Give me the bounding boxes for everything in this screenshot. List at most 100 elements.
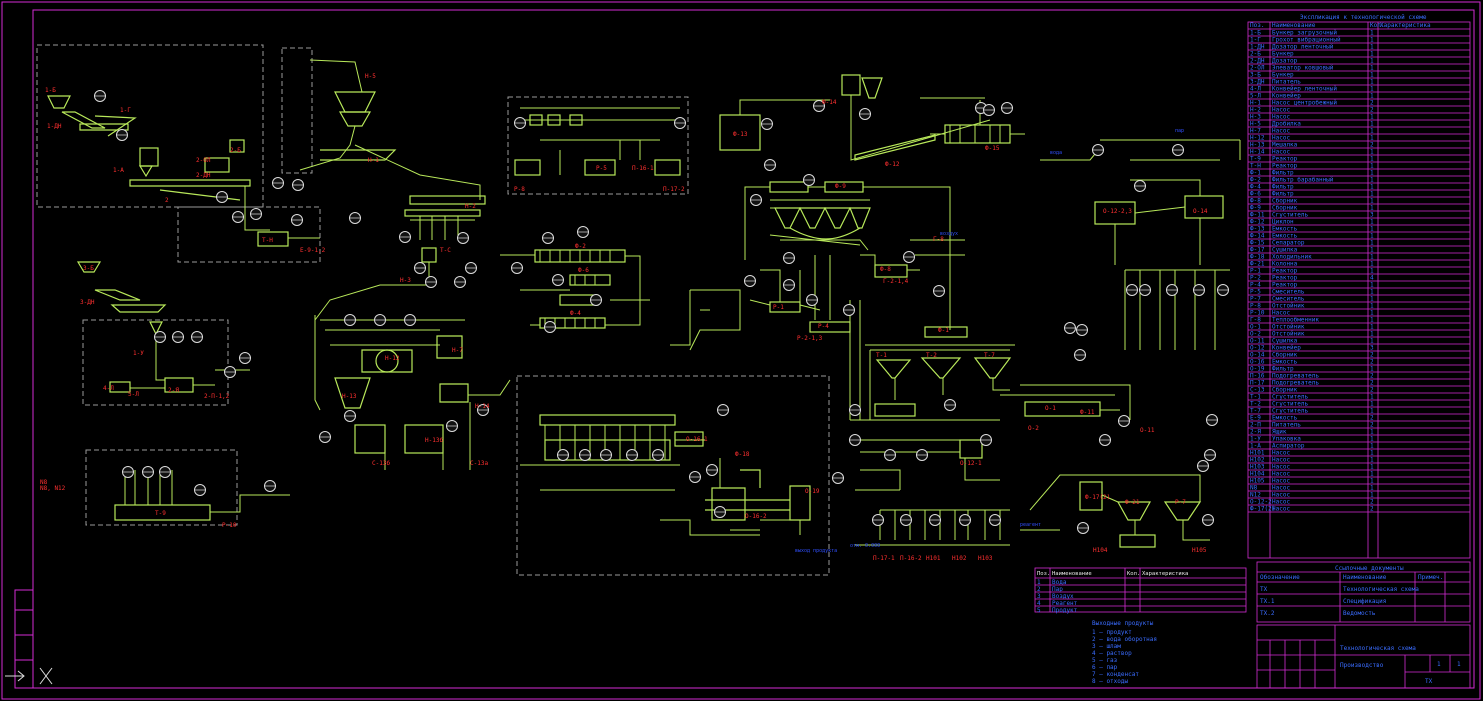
spec-cell: 1: [1370, 156, 1374, 163]
spec-cell: Насос: [1272, 499, 1290, 506]
spec-cell: 1: [1370, 268, 1374, 275]
spec-cell: 3-Б: [1250, 72, 1261, 79]
spec-cell: Е-9: [1250, 415, 1261, 422]
ref-header-cell: Обозначение: [1260, 574, 1300, 581]
equipment-label: О-11: [1140, 427, 1155, 434]
spec-cell: Сборник: [1272, 387, 1298, 394]
equipment-label: Ф-14: [822, 99, 837, 106]
spec-cell: 2: [1370, 373, 1374, 380]
spec-cell: Н105: [1250, 478, 1265, 485]
flow-label: пар: [1175, 128, 1184, 134]
spec-cell: Реактор: [1272, 156, 1298, 163]
spec-cell: Сборник: [1272, 205, 1298, 212]
title-block-sheet: 1: [1437, 661, 1441, 668]
spec-cell: Сушилка: [1272, 247, 1298, 254]
spec-cell: 2: [1370, 380, 1374, 387]
spec-cell: 2-Б: [1250, 51, 1261, 58]
equipment-label: Г-2-1,4: [883, 278, 909, 285]
process-equipment: [47, 59, 1241, 548]
spec-cell: Н101: [1250, 450, 1265, 457]
spec-cell: 1: [1370, 289, 1374, 296]
spec-cell: Питатель: [1272, 79, 1301, 86]
spec-cell: Н-2: [1250, 107, 1261, 114]
spec-cell: N12: [1250, 492, 1261, 499]
ref-cell: ТХ.2: [1260, 610, 1275, 617]
spec-cell: 2: [1370, 387, 1374, 394]
equipment-label: Н-3: [400, 277, 411, 284]
spec-cell: Смеситель: [1272, 296, 1305, 303]
spec-cell: Ф-11: [1250, 212, 1265, 219]
spec-cell: 1-А: [1250, 443, 1261, 450]
equipment-label: Ф-13: [733, 131, 748, 138]
spec-cell: 1: [1370, 485, 1374, 492]
equipment-label: Ф-17(2): [1085, 494, 1110, 501]
ref-cell: ТХ.1: [1260, 598, 1275, 605]
area-pumps: [281, 47, 313, 174]
spec-table-title: Экспликация к технологической схеме: [1300, 14, 1427, 21]
spec-header-cell: Характеристика: [1380, 22, 1431, 29]
spec-cell: 1: [1370, 51, 1374, 58]
spec-cell: 1: [1370, 219, 1374, 226]
spec-cell: О-12-2: [1250, 499, 1272, 506]
equipment-label: О-2: [1028, 425, 1039, 432]
spec-cell: Смеситель: [1272, 289, 1305, 296]
legend-header-cell: Поз.: [1037, 571, 1050, 577]
spec-cell: Циклон: [1272, 219, 1294, 226]
spec-cell: 2-ДН: [1250, 58, 1265, 65]
spec-cell: Т-1: [1250, 394, 1261, 401]
spec-cell: Р-4: [1250, 282, 1261, 289]
equipment-label: 2-ДН: [196, 172, 211, 179]
spec-cell: Н102: [1250, 457, 1265, 464]
equipment-label: Н-12: [385, 355, 400, 362]
spec-cell: 1: [1370, 247, 1374, 254]
area-crushing: [36, 44, 264, 208]
spec-cell: 1: [1370, 443, 1374, 450]
process-areas: [36, 44, 830, 576]
equipment-label: Н104: [1093, 547, 1108, 554]
spec-cell: Отстойник: [1272, 324, 1305, 331]
spec-cell: Насос центробежный: [1272, 100, 1337, 107]
spec-cell: 3: [1370, 212, 1374, 219]
spec-cell: Т-9: [1250, 156, 1261, 163]
ref-header-cell: Наименование: [1343, 574, 1387, 581]
spec-cell: 2: [1370, 142, 1374, 149]
spec-cell: 1: [1370, 436, 1374, 443]
equipment-label: П-17-1: [873, 555, 895, 562]
spec-cell: Р-1: [1250, 268, 1261, 275]
spec-cell: 2: [1370, 415, 1374, 422]
spec-cell: Насос: [1272, 464, 1290, 471]
spec-cell: Реактор: [1272, 268, 1298, 275]
equipment-label: Н-13б: [425, 437, 443, 444]
equipment-label: Р-8: [514, 186, 525, 193]
spec-cell: Ф-15: [1250, 240, 1265, 247]
spec-cell: Фильтр: [1272, 191, 1294, 198]
spec-cell: Емкость: [1272, 233, 1298, 240]
spec-cell: Р-5: [1250, 289, 1261, 296]
equipment-label: 1-ДН: [47, 123, 62, 130]
spec-cell: 1: [1370, 86, 1374, 93]
spec-cell: Бункер загрузочный: [1272, 30, 1337, 37]
legend-header-cell: Кол.: [1127, 571, 1140, 577]
spec-cell: 1: [1370, 177, 1374, 184]
note-line: 3 — шлам: [1092, 643, 1121, 650]
equipment-label: П-16-2: [900, 555, 922, 562]
equipment-label: 2-Б: [230, 147, 241, 154]
spec-cell: 1: [1370, 457, 1374, 464]
note-line: 8 — отходы: [1092, 678, 1129, 685]
equipment-label: Т-9: [155, 510, 166, 517]
spec-cell: Емкость: [1272, 415, 1298, 422]
spec-cell: 4: [1370, 275, 1374, 282]
equipment-label: 1-Б: [45, 87, 56, 94]
equipment-label: Р-2-1,3: [797, 335, 823, 342]
equipment-label: С-13а: [470, 460, 488, 467]
equipment-label: П-16-1: [632, 165, 654, 172]
spec-cell: 2-П: [1250, 422, 1261, 429]
spec-cell: Ф-1: [1250, 170, 1261, 177]
spec-cell: 2: [1370, 422, 1374, 429]
equipment-label: Н103: [978, 555, 993, 562]
spec-cell: Н-13: [1250, 142, 1265, 149]
spec-cell: Питатель: [1272, 422, 1301, 429]
equipment-label: О-12-2,3: [1103, 208, 1132, 215]
equipment-label: Ф-1: [938, 327, 949, 334]
area-dryers: [516, 375, 830, 576]
